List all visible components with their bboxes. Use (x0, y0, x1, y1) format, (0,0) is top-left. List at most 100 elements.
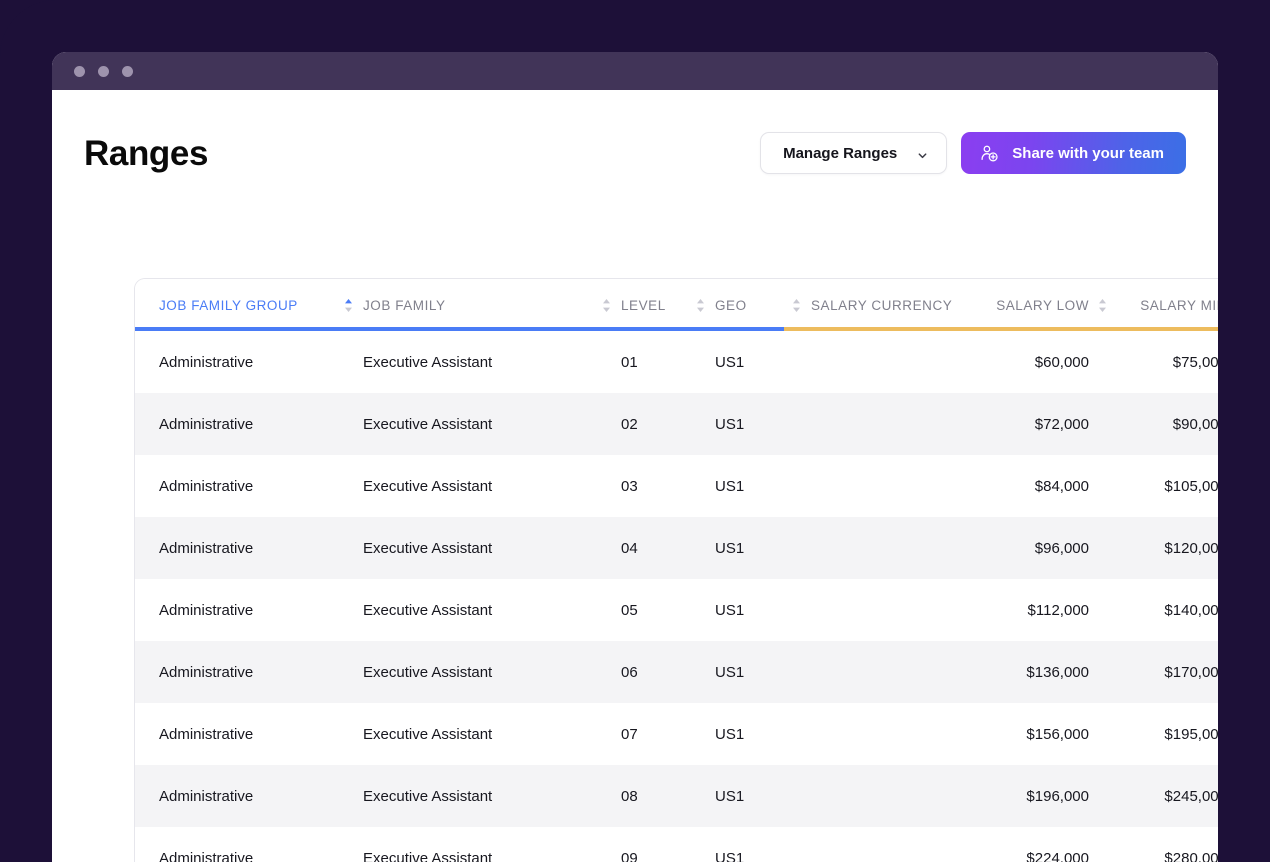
cell-geo: US1 (715, 353, 745, 371)
column-header-geo[interactable]: GEO (713, 298, 783, 313)
chevron-down-icon (917, 148, 928, 159)
sort-icon (602, 298, 611, 313)
window-maximize-dot[interactable] (122, 65, 133, 77)
share-with-team-button[interactable]: Share with your team (961, 132, 1186, 174)
manage-ranges-button[interactable]: Manage Ranges (760, 132, 948, 174)
desktop-backdrop: Ranges Manage Ranges Share with your tea… (0, 0, 1270, 862)
cell-salary-low: $224,000 (1026, 849, 1089, 862)
cell-salary-low: $156,000 (1026, 725, 1089, 743)
cell-salary-mid: $195,000 (1164, 725, 1218, 743)
cell-job-family-group: Administrative (159, 601, 254, 619)
cell-salary-low: $96,000 (1034, 539, 1089, 557)
cell-job-family-group: Administrative (159, 849, 254, 862)
table-row[interactable]: Administrative Executive Assistant 09 US1 $2… (135, 827, 1218, 862)
sort-toggle-level[interactable] (687, 298, 713, 313)
cell-salary-mid: $120,000 (1164, 539, 1218, 557)
table-row[interactable]: Administrative Executive Assistant 06 US1 $1… (135, 641, 1218, 703)
cell-job-family: Executive Assistant (363, 415, 493, 433)
cell-salary-low: $60,000 (1034, 353, 1089, 371)
table-row[interactable]: Administrative Executive Assistant 01 US1 $6… (135, 331, 1218, 393)
cell-job-family: Executive Assistant (363, 477, 493, 495)
page-content: Ranges Manage Ranges Share with your tea… (52, 90, 1218, 862)
cell-level: 09 (621, 849, 638, 862)
cell-geo: US1 (715, 415, 745, 433)
browser-window: Ranges Manage Ranges Share with your tea… (52, 52, 1218, 862)
column-header-salary-low[interactable]: SALARY LOW (977, 298, 1089, 313)
table-row[interactable]: Administrative Executive Assistant 07 US1 $1… (135, 703, 1218, 765)
table-body: Administrative Executive Assistant 01 US1 $6… (135, 331, 1218, 862)
table-row[interactable]: Administrative Executive Assistant 04 US1 $9… (135, 517, 1218, 579)
cell-job-family: Executive Assistant (363, 353, 493, 371)
cell-salary-low: $196,000 (1026, 787, 1089, 805)
sort-ascending-icon (344, 298, 353, 313)
cell-level: 05 (621, 601, 638, 619)
cell-level: 01 (621, 353, 638, 371)
cell-geo: US1 (715, 787, 745, 805)
sort-toggle-job-family[interactable] (593, 298, 619, 313)
sort-icon (792, 298, 801, 313)
page-title: Ranges (84, 133, 209, 173)
cell-job-family-group: Administrative (159, 663, 254, 681)
window-titlebar (52, 52, 1218, 90)
cell-geo: US1 (715, 477, 745, 495)
manage-ranges-label: Manage Ranges (783, 144, 898, 162)
cell-job-family-group: Administrative (159, 353, 254, 371)
cell-salary-mid: $90,000 (1172, 415, 1218, 433)
cell-salary-mid: $140,000 (1164, 601, 1218, 619)
table-row[interactable]: Administrative Executive Assistant 05 US1 $1… (135, 579, 1218, 641)
ranges-table-card: JOB FAMILY GROUP JOB FAMILY LEVEL GEO SA… (134, 278, 1218, 862)
sort-toggle-salary-low[interactable] (1089, 298, 1115, 313)
cell-job-family: Executive Assistant (363, 663, 493, 681)
column-header-salary-currency[interactable]: SALARY CURRENCY (809, 298, 977, 313)
cell-level: 04 (621, 539, 638, 557)
cell-salary-mid: $170,000 (1164, 663, 1218, 681)
cell-geo: US1 (715, 539, 745, 557)
window-minimize-dot[interactable] (98, 65, 109, 77)
cell-level: 02 (621, 415, 638, 433)
cell-job-family: Executive Assistant (363, 601, 493, 619)
cell-geo: US1 (715, 849, 745, 862)
column-header-level[interactable]: LEVEL (619, 298, 687, 313)
column-header-job-family-group[interactable]: JOB FAMILY GROUP (135, 298, 335, 313)
cell-level: 06 (621, 663, 638, 681)
sort-toggle-job-family-group[interactable] (335, 298, 361, 313)
person-add-icon (980, 144, 999, 163)
cell-geo: US1 (715, 601, 745, 619)
cell-geo: US1 (715, 663, 745, 681)
sort-icon (1098, 298, 1107, 313)
table-row[interactable]: Administrative Executive Assistant 08 US1 $1… (135, 765, 1218, 827)
cell-salary-low: $136,000 (1026, 663, 1089, 681)
column-header-salary-mid[interactable]: SALARY MID (1115, 298, 1218, 313)
cell-level: 07 (621, 725, 638, 743)
cell-geo: US1 (715, 725, 745, 743)
cell-job-family-group: Administrative (159, 787, 254, 805)
sort-toggle-geo[interactable] (783, 298, 809, 313)
cell-level: 08 (621, 787, 638, 805)
cell-salary-mid: $280,000 (1164, 849, 1218, 862)
table-row[interactable]: Administrative Executive Assistant 03 US1 $8… (135, 455, 1218, 517)
header-actions: Manage Ranges Share with your team (760, 132, 1186, 174)
table-header-row: JOB FAMILY GROUP JOB FAMILY LEVEL GEO SA… (135, 279, 1218, 331)
cell-job-family: Executive Assistant (363, 725, 493, 743)
cell-job-family: Executive Assistant (363, 787, 493, 805)
cell-salary-mid: $75,000 (1172, 353, 1218, 371)
cell-job-family-group: Administrative (159, 477, 254, 495)
cell-job-family: Executive Assistant (363, 849, 493, 862)
cell-salary-low: $112,000 (1027, 601, 1089, 619)
cell-salary-low: $72,000 (1034, 415, 1089, 433)
cell-job-family: Executive Assistant (363, 539, 493, 557)
page-header: Ranges Manage Ranges Share with your tea… (52, 90, 1218, 186)
cell-job-family-group: Administrative (159, 725, 254, 743)
cell-job-family-group: Administrative (159, 415, 254, 433)
column-header-job-family[interactable]: JOB FAMILY (361, 298, 593, 313)
cell-salary-low: $84,000 (1034, 477, 1089, 495)
share-with-team-label: Share with your team (1012, 144, 1164, 162)
sort-icon (696, 298, 705, 313)
cell-level: 03 (621, 477, 638, 495)
table-row[interactable]: Administrative Executive Assistant 02 US1 $7… (135, 393, 1218, 455)
cell-job-family-group: Administrative (159, 539, 254, 557)
cell-salary-mid: $105,000 (1164, 477, 1218, 495)
window-close-dot[interactable] (74, 65, 85, 77)
table-header: JOB FAMILY GROUP JOB FAMILY LEVEL GEO SA… (135, 279, 1218, 331)
cell-salary-mid: $245,000 (1164, 787, 1218, 805)
